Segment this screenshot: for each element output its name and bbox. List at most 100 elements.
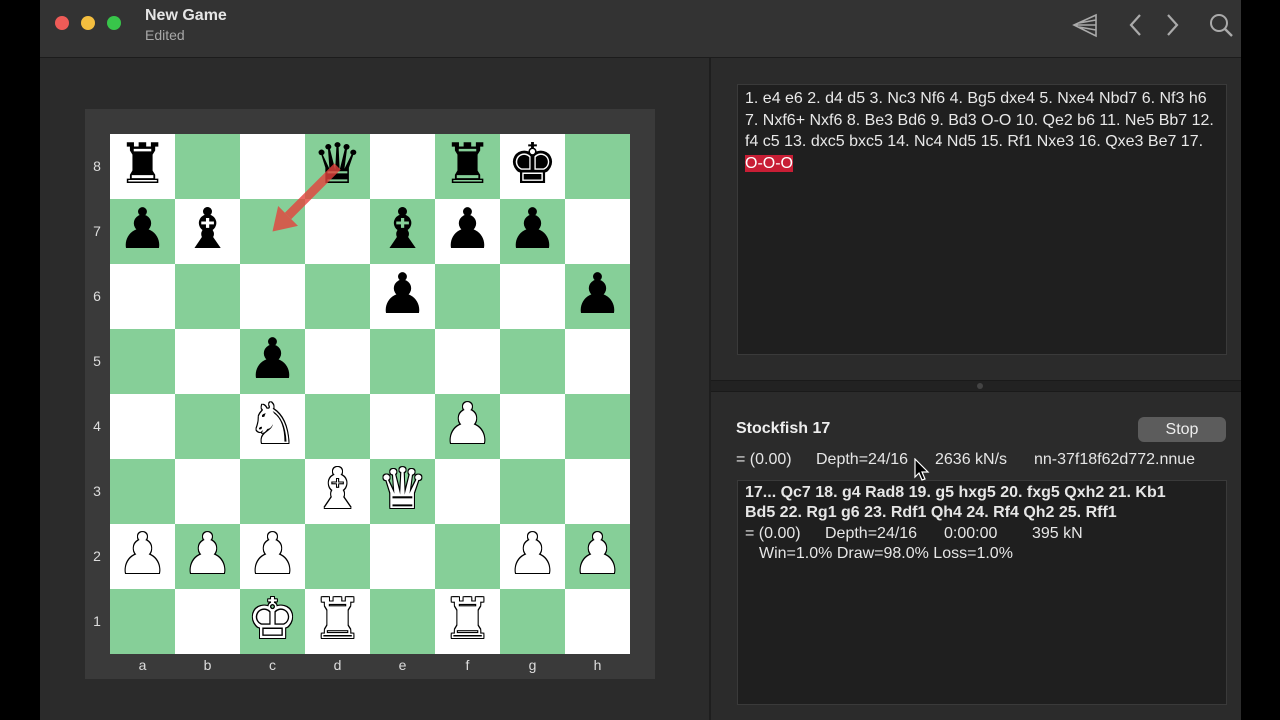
black-bishop-piece[interactable]: ♝ <box>175 199 240 264</box>
square-b5[interactable] <box>175 329 240 394</box>
square-d5[interactable] <box>305 329 370 394</box>
square-h1[interactable] <box>565 589 630 654</box>
square-b6[interactable] <box>175 264 240 329</box>
white-pawn-piece[interactable]: ♟ <box>240 524 305 589</box>
square-e2[interactable] <box>370 524 435 589</box>
move-list[interactable]: 1. e4 e6 2. d4 d5 3. Nc3 Nf6 4. Bg5 dxe4… <box>737 84 1227 355</box>
pv-wdl: Win=1.0% Draw=98.0% Loss=1.0% <box>759 545 1013 562</box>
close-window-button[interactable] <box>55 16 69 30</box>
black-pawn-piece[interactable]: ♟ <box>240 329 305 394</box>
white-rook-piece[interactable]: ♜ <box>305 589 370 654</box>
square-a3[interactable] <box>110 459 175 524</box>
chevron-left-icon[interactable] <box>1124 10 1148 40</box>
square-g3[interactable] <box>500 459 565 524</box>
pv-line-2: Bd5 22. Rg1 g6 23. Rdf1 Qh4 24. Rf4 Qh2 … <box>745 504 1117 521</box>
square-b4[interactable] <box>175 394 240 459</box>
move-list-text: 1. e4 e6 2. d4 d5 3. Nc3 Nf6 4. Bg5 dxe4… <box>745 90 1214 150</box>
search-icon[interactable] <box>1207 10 1235 40</box>
title-bar: New Game Edited <box>40 0 1241 58</box>
file-label: b <box>203 657 212 673</box>
square-c3[interactable] <box>240 459 305 524</box>
pv-line-1: 17... Qc7 18. g4 Rad8 19. g5 hxg5 20. fx… <box>745 484 1166 501</box>
square-e5[interactable] <box>370 329 435 394</box>
black-pawn-piece[interactable]: ♟ <box>565 264 630 329</box>
rank-label: 6 <box>93 288 101 304</box>
square-c8[interactable] <box>240 134 305 199</box>
file-label: g <box>528 657 537 673</box>
flag-icon[interactable] <box>1070 10 1100 40</box>
file-label: h <box>593 657 602 673</box>
square-h3[interactable] <box>565 459 630 524</box>
black-pawn-piece[interactable]: ♟ <box>370 264 435 329</box>
black-pawn-piece[interactable]: ♟ <box>110 199 175 264</box>
chess-board[interactable]: ♜ ♛ ♜ ♚ ♟ ♝ ♝ ♟ ♟ ♟ ♟ ♟ ♞ ♟ ♝ ♛ ♟ ♟ ♟ ♟ ♟ ♚ ♜ ♜ <box>110 134 630 654</box>
square-f5[interactable] <box>435 329 500 394</box>
square-h4[interactable] <box>565 394 630 459</box>
square-g1[interactable] <box>500 589 565 654</box>
black-king-piece[interactable]: ♚ <box>500 134 565 199</box>
principal-variation[interactable]: 17... Qc7 18. g4 Rad8 19. g5 hxg5 20. fx… <box>737 480 1227 705</box>
square-b8[interactable] <box>175 134 240 199</box>
pv-depth: Depth=24/16 <box>825 525 918 542</box>
square-h5[interactable] <box>565 329 630 394</box>
white-pawn-piece[interactable]: ♟ <box>565 524 630 589</box>
pv-eval: = (0.00) <box>745 525 801 542</box>
rank-label: 2 <box>93 548 101 564</box>
split-handle[interactable] <box>711 380 1241 392</box>
file-label: f <box>465 657 470 673</box>
analysis-pane: 1. e4 e6 2. d4 d5 3. Nc3 Nf6 4. Bg5 dxe4… <box>711 58 1241 720</box>
square-c7[interactable] <box>240 199 305 264</box>
square-f3[interactable] <box>435 459 500 524</box>
white-bishop-piece[interactable]: ♝ <box>305 459 370 524</box>
square-d2[interactable] <box>305 524 370 589</box>
square-b3[interactable] <box>175 459 240 524</box>
square-g5[interactable] <box>500 329 565 394</box>
square-h8[interactable] <box>565 134 630 199</box>
square-d6[interactable] <box>305 264 370 329</box>
square-a1[interactable] <box>110 589 175 654</box>
black-bishop-piece[interactable]: ♝ <box>370 199 435 264</box>
black-queen-piece[interactable]: ♛ <box>305 134 370 199</box>
white-queen-piece[interactable]: ♛ <box>370 459 435 524</box>
square-b1[interactable] <box>175 589 240 654</box>
square-f2[interactable] <box>435 524 500 589</box>
square-f6[interactable] <box>435 264 500 329</box>
square-a6[interactable] <box>110 264 175 329</box>
chevron-right-icon[interactable] <box>1160 10 1184 40</box>
square-e8[interactable] <box>370 134 435 199</box>
current-move[interactable]: O-O-O <box>745 154 793 172</box>
black-rook-piece[interactable]: ♜ <box>110 134 175 199</box>
stop-button[interactable]: Stop <box>1138 417 1226 442</box>
white-knight-piece[interactable]: ♞ <box>240 394 305 459</box>
square-d7[interactable] <box>305 199 370 264</box>
minimize-window-button[interactable] <box>81 16 95 30</box>
window-subtitle: Edited <box>145 27 185 43</box>
maximize-window-button[interactable] <box>107 16 121 30</box>
square-d4[interactable] <box>305 394 370 459</box>
white-king-piece[interactable]: ♚ <box>240 589 305 654</box>
engine-eval: = (0.00) <box>736 451 792 468</box>
square-c6[interactable] <box>240 264 305 329</box>
square-a4[interactable] <box>110 394 175 459</box>
black-pawn-piece[interactable]: ♟ <box>435 199 500 264</box>
square-a5[interactable] <box>110 329 175 394</box>
black-rook-piece[interactable]: ♜ <box>435 134 500 199</box>
white-pawn-piece[interactable]: ♟ <box>110 524 175 589</box>
square-g6[interactable] <box>500 264 565 329</box>
app-window: New Game Edited ♜ ♛ ♜ ♚ ♟ ♝ ♝ ♟ ♟ ♟ ♟ ♟ ♞ ♟ ♝ ♛ ♟ ♟ ♟ ♟ ♟ ♚ ♜ ♜… <box>40 0 1241 720</box>
white-pawn-piece[interactable]: ♟ <box>435 394 500 459</box>
pv-nodes: 395 kN <box>1032 525 1083 542</box>
square-e4[interactable] <box>370 394 435 459</box>
pv-time: 0:00:00 <box>944 525 998 542</box>
white-pawn-piece[interactable]: ♟ <box>500 524 565 589</box>
square-h7[interactable] <box>565 199 630 264</box>
white-pawn-piece[interactable]: ♟ <box>175 524 240 589</box>
file-label: d <box>333 657 342 673</box>
rank-label: 1 <box>93 613 101 629</box>
square-e1[interactable] <box>370 589 435 654</box>
square-g4[interactable] <box>500 394 565 459</box>
black-pawn-piece[interactable]: ♟ <box>500 199 565 264</box>
rank-label: 7 <box>93 223 101 239</box>
white-rook-piece[interactable]: ♜ <box>435 589 500 654</box>
split-handle-dot <box>977 383 983 389</box>
